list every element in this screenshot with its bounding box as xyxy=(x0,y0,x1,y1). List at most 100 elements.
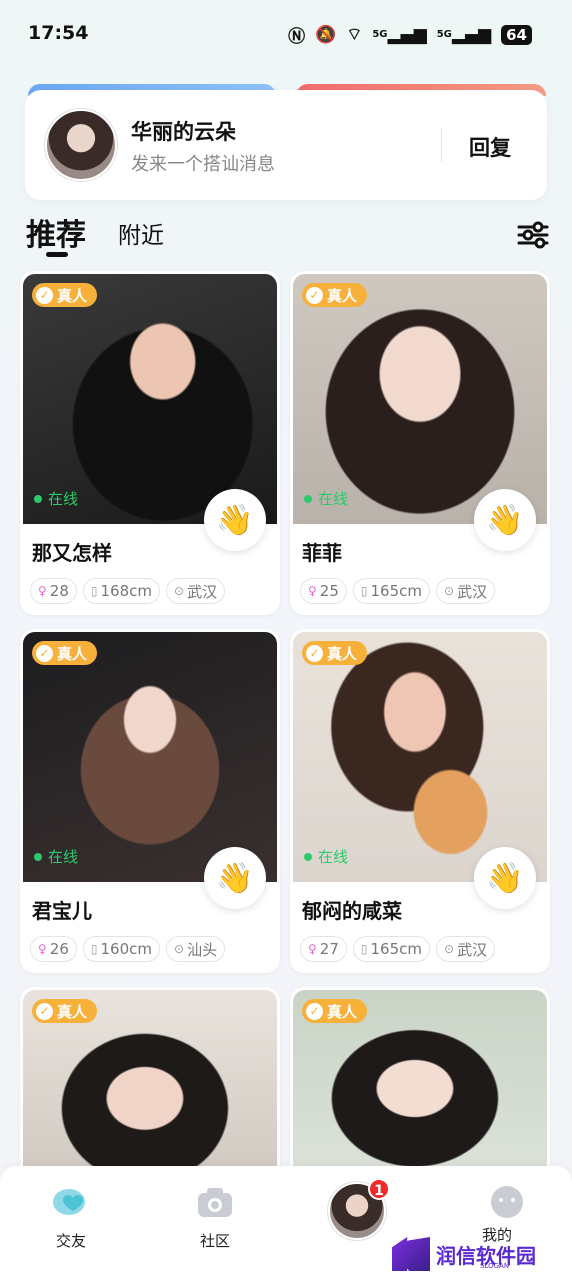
tab-community-label: 社区 xyxy=(199,1232,230,1250)
verified-badge: ✓ 真人 xyxy=(302,999,368,1023)
ruler-icon: ▯ xyxy=(360,584,368,598)
profile-name: 郁闷的咸菜 xyxy=(302,899,402,923)
check-icon: ✓ xyxy=(306,1002,323,1020)
tab-friends[interactable]: 交友 xyxy=(26,1184,116,1251)
reply-button[interactable]: 回复 xyxy=(469,132,511,162)
online-status: 在线 xyxy=(34,488,78,509)
profile-name: 菲菲 xyxy=(302,541,342,565)
age-tag: ♀ 26 xyxy=(30,936,77,962)
height-tag: ▯ 165cm xyxy=(352,578,430,604)
profile-card[interactable]: ✓ 真人 xyxy=(290,987,550,1187)
verified-badge: ✓ 真人 xyxy=(32,641,98,665)
profile-photo[interactable] xyxy=(293,632,547,882)
tab-community[interactable]: 社区 xyxy=(170,1184,260,1251)
age-tag: ♀ 27 xyxy=(300,936,347,962)
female-icon: ♀ xyxy=(38,584,47,598)
wave-hand-button[interactable]: 👋 xyxy=(474,847,536,909)
avatar[interactable] xyxy=(45,109,117,181)
online-status: 在线 xyxy=(304,846,348,867)
ruler-icon: ▯ xyxy=(90,584,98,598)
profile-photo[interactable] xyxy=(293,274,547,524)
ruler-icon: ▯ xyxy=(90,942,98,956)
profile-tags: ♀ 25 ▯ 165cm ⊙ 武汉 xyxy=(300,578,496,604)
wave-hand-button[interactable]: 👋 xyxy=(204,847,266,909)
ruler-icon: ▯ xyxy=(360,942,368,956)
age-tag: ♀ 28 xyxy=(30,578,77,604)
tab-recommend[interactable]: 推荐 xyxy=(26,210,86,254)
check-icon: ✓ xyxy=(306,644,323,662)
city-tag: ⊙ 武汉 xyxy=(166,578,226,604)
profile-card[interactable]: ✓ 真人 在线 👋 那又怎样 ♀ 28 ▯ 168cm ⊙ 武汉 xyxy=(20,271,280,615)
unread-badge: 1 xyxy=(368,1178,390,1200)
online-status: 在线 xyxy=(34,846,78,867)
check-icon: ✓ xyxy=(36,644,53,662)
profile-name: 君宝儿 xyxy=(32,899,92,923)
profile-name: 那又怎样 xyxy=(32,541,112,565)
profile-card[interactable]: ✓ 真人 在线 👋 郁闷的咸菜 ♀ 27 ▯ 165cm ⊙ 武汉 xyxy=(290,629,550,973)
online-dot-icon xyxy=(34,852,42,861)
city-tag: ⊙ 武汉 xyxy=(436,936,496,962)
age-tag: ♀ 25 xyxy=(300,578,347,604)
online-dot-icon xyxy=(304,494,312,503)
camera-icon xyxy=(198,1188,232,1217)
profile-photo[interactable] xyxy=(23,274,277,524)
tab-nearby[interactable]: 附近 xyxy=(118,216,164,250)
face-icon xyxy=(491,1186,523,1218)
active-tab-indicator xyxy=(46,252,68,257)
wave-hand-icon: 👋 xyxy=(216,860,254,896)
watermark-logo-icon xyxy=(392,1237,430,1271)
verified-badge: ✓ 真人 xyxy=(32,999,98,1023)
location-pin-icon: ⊙ xyxy=(174,942,185,956)
profile-tags: ♀ 26 ▯ 160cm ⊙ 汕头 xyxy=(30,936,226,962)
filter-icon[interactable] xyxy=(516,220,550,250)
height-tag: ▯ 160cm xyxy=(82,936,160,962)
check-icon: ✓ xyxy=(36,286,53,304)
city-tag: ⊙ 汕头 xyxy=(166,936,226,962)
online-dot-icon xyxy=(34,494,42,503)
online-dot-icon xyxy=(304,852,312,861)
verified-badge: ✓ 真人 xyxy=(302,283,368,307)
profile-tags: ♀ 28 ▯ 168cm ⊙ 武汉 xyxy=(30,578,226,604)
nfc-icon: Ⓝ xyxy=(288,27,306,47)
hearts-chat-icon xyxy=(53,1189,85,1215)
female-icon: ♀ xyxy=(308,584,317,598)
location-pin-icon: ⊙ xyxy=(174,584,185,598)
height-tag: ▯ 168cm xyxy=(82,578,160,604)
verified-badge: ✓ 真人 xyxy=(32,283,98,307)
female-icon: ♀ xyxy=(308,942,317,956)
verified-badge: ✓ 真人 xyxy=(302,641,368,665)
battery-icon: 64 xyxy=(501,24,532,45)
location-pin-icon: ⊙ xyxy=(444,584,455,598)
city-tag: ⊙ 武汉 xyxy=(436,578,496,604)
signal-icon-2: 5G ▂▄▆ xyxy=(436,24,492,45)
check-icon: ✓ xyxy=(306,286,323,304)
female-icon: ♀ xyxy=(38,942,47,956)
wave-hand-button[interactable]: 👋 xyxy=(204,489,266,551)
wave-hand-icon: 👋 xyxy=(486,860,524,896)
watermark: 润信软件园 SLOGAN xyxy=(392,1234,552,1274)
signal-icon-1: 5G ▂▄▆ xyxy=(372,24,427,45)
location-pin-icon: ⊙ xyxy=(444,942,455,956)
online-status: 在线 xyxy=(304,488,348,509)
profile-card[interactable]: ✓ 真人 xyxy=(20,987,280,1187)
check-icon: ✓ xyxy=(36,1002,53,1020)
profile-card[interactable]: ✓ 真人 在线 👋 菲菲 ♀ 25 ▯ 165cm ⊙ 武汉 xyxy=(290,271,550,615)
watermark-slogan: SLOGAN xyxy=(480,1262,510,1270)
height-tag: ▯ 165cm xyxy=(352,936,430,962)
wifi-icon: ⌔ xyxy=(346,25,363,45)
profile-photo[interactable] xyxy=(23,632,277,882)
tab-friends-label: 交友 xyxy=(55,1232,86,1250)
notification-message: 发来一个搭讪消息 xyxy=(131,154,275,175)
profile-card[interactable]: ✓ 真人 在线 👋 君宝儿 ♀ 26 ▯ 160cm ⊙ 汕头 xyxy=(20,629,280,973)
wave-hand-icon: 👋 xyxy=(216,502,254,538)
wave-hand-icon: 👋 xyxy=(486,502,524,538)
greeting-notification-card[interactable]: 华丽的云朵 发来一个搭讪消息 回复 xyxy=(25,90,547,200)
profile-tags: ♀ 27 ▯ 165cm ⊙ 武汉 xyxy=(300,936,496,962)
status-icons: Ⓝ 🔕 ⌔ 5G ▂▄▆ 5G ▂▄▆ 64 xyxy=(288,22,532,47)
wave-hand-button[interactable]: 👋 xyxy=(474,489,536,551)
tab-me[interactable] xyxy=(462,1184,552,1220)
mute-icon: 🔕 xyxy=(315,24,337,45)
status-time: 17:54 xyxy=(28,22,89,44)
divider xyxy=(441,128,442,162)
notification-sender-name: 华丽的云朵 xyxy=(131,120,236,144)
